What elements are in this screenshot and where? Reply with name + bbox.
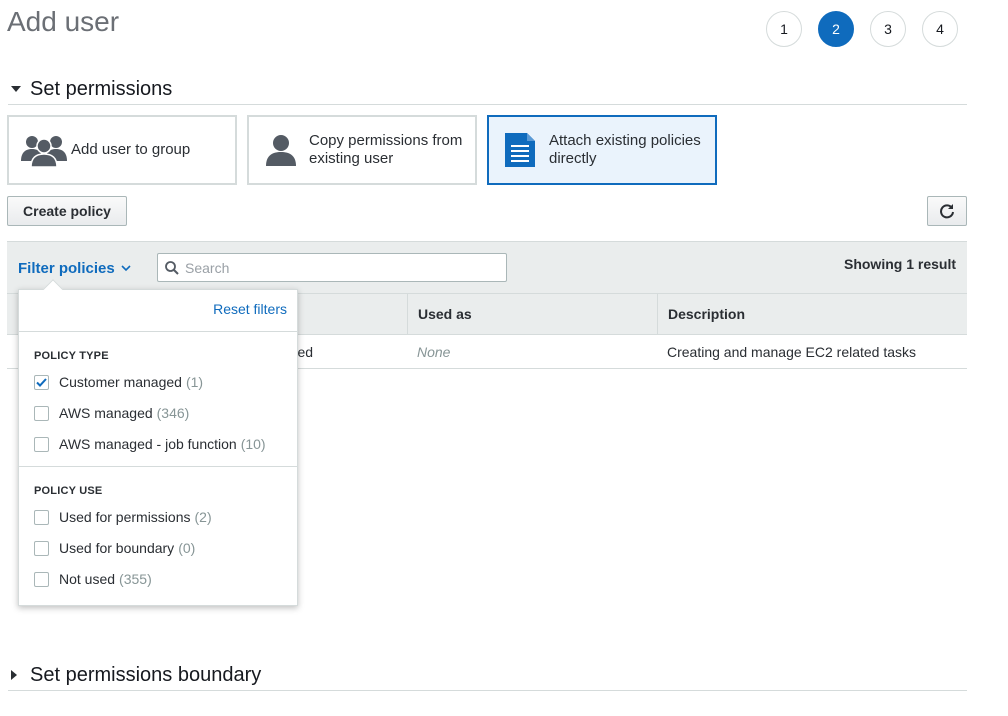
users-group-icon — [21, 133, 67, 167]
step-3[interactable]: 3 — [870, 11, 906, 47]
filter-count: (0) — [178, 540, 196, 556]
page-title: Add user — [7, 6, 120, 37]
filter-count: (355) — [119, 571, 152, 587]
divider — [19, 466, 297, 467]
user-icon — [265, 134, 297, 166]
wizard-steps: 1 2 3 4 — [766, 11, 958, 47]
filter-bar: Filter policies Showing 1 result — [7, 241, 967, 293]
cell-description: Creating and manage EC2 related tasks — [667, 344, 917, 360]
filter-aws-managed-job-function[interactable]: AWS managed - job function (10) — [34, 436, 266, 452]
option-label: Attach existing policies directly — [549, 132, 701, 167]
option-copy-permissions[interactable]: Copy permissions from existing user — [247, 115, 477, 185]
refresh-button[interactable] — [927, 196, 967, 226]
filter-label: AWS managed - job function — [59, 436, 237, 452]
filter-not-used[interactable]: Not used (355) — [34, 571, 152, 587]
caret-down-icon — [8, 86, 26, 92]
refresh-icon — [939, 203, 955, 219]
option-label: Copy permissions from existing user — [309, 132, 463, 167]
filter-count: (1) — [185, 374, 204, 390]
filter-dropdown: Reset filters POLICY TYPE Customer manag… — [18, 279, 298, 606]
filter-count: (10) — [240, 436, 266, 452]
filter-count: (346) — [156, 405, 190, 421]
checkbox[interactable] — [34, 405, 49, 421]
divider — [19, 331, 297, 332]
section-title: Set permissions boundary — [30, 663, 262, 686]
option-add-user-to-group[interactable]: Add user to group — [7, 115, 237, 185]
search-input[interactable] — [185, 259, 485, 276]
policy-use-heading: POLICY USE — [34, 485, 103, 497]
search-field[interactable] — [157, 253, 507, 282]
column-header-description[interactable]: Description — [657, 294, 967, 334]
filter-used-for-boundary[interactable]: Used for boundary (0) — [34, 540, 195, 556]
reset-filters-link[interactable]: Reset filters — [213, 301, 287, 317]
filter-used-for-permissions[interactable]: Used for permissions (2) — [34, 509, 212, 525]
policy-type-heading: POLICY TYPE — [34, 350, 109, 362]
checkbox[interactable] — [34, 436, 49, 452]
chevron-down-icon — [121, 265, 131, 272]
filter-count: (2) — [194, 509, 212, 525]
document-icon — [505, 133, 535, 167]
filter-policies-label: Filter policies — [18, 260, 115, 277]
filter-aws-managed[interactable]: AWS managed (346) — [34, 405, 189, 421]
create-policy-button[interactable]: Create policy — [7, 196, 127, 226]
filter-customer-managed[interactable]: Customer managed (1) — [34, 374, 203, 390]
result-count: Showing 1 result — [843, 256, 956, 272]
column-header-used-as[interactable]: Used as — [407, 294, 657, 334]
option-attach-policies[interactable]: Attach existing policies directly — [487, 115, 717, 185]
step-1[interactable]: 1 — [766, 11, 802, 47]
set-permissions-boundary-header[interactable]: Set permissions boundary — [8, 660, 967, 691]
section-title: Set permissions — [30, 77, 173, 100]
check-icon — [36, 377, 47, 387]
option-label: Add user to group — [71, 141, 191, 158]
cell-used-as: None — [417, 344, 451, 360]
filter-policies-toggle[interactable]: Filter policies — [18, 260, 131, 277]
set-permissions-header[interactable]: Set permissions — [8, 74, 967, 105]
checkbox[interactable] — [34, 540, 49, 556]
step-2-active[interactable]: 2 — [818, 11, 854, 47]
checkbox[interactable] — [34, 571, 49, 587]
checkbox[interactable] — [34, 509, 49, 525]
filter-label: Used for boundary — [59, 540, 175, 556]
step-4[interactable]: 4 — [922, 11, 958, 47]
checkbox-checked[interactable] — [34, 374, 49, 390]
caret-right-icon — [8, 670, 26, 680]
filter-label: Customer managed — [59, 374, 182, 390]
filter-label: Not used — [59, 571, 116, 587]
filter-label: AWS managed — [59, 405, 153, 421]
filter-label: Used for permissions — [59, 509, 191, 525]
search-icon — [165, 260, 179, 275]
column-header-description-label: Description — [668, 306, 746, 322]
column-header-used-as-label: Used as — [418, 306, 472, 322]
